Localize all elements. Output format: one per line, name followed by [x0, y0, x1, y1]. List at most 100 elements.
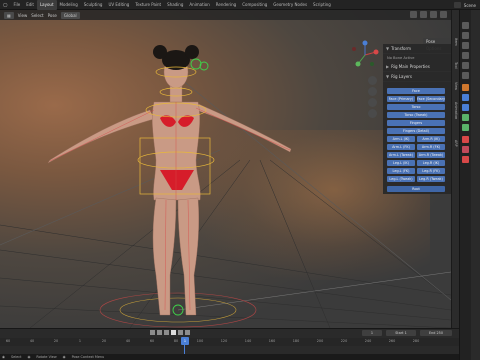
workspace-tab-layout[interactable]: Layout [36, 0, 57, 10]
particles-icon[interactable] [462, 104, 469, 111]
rig-layer-torso[interactable]: Torso [387, 104, 445, 110]
rig-layer-arm-l-tweak[interactable]: Arm.L (Tweak) [387, 152, 415, 158]
ruler-tick: 20 [53, 339, 59, 343]
rig-layer-leg-r-tweak[interactable]: Leg.R (Tweak) [417, 176, 445, 182]
perspective-grid-icon[interactable] [368, 109, 377, 118]
next-keyframe-icon[interactable] [178, 330, 183, 335]
rig-layer-face-primary[interactable]: Face (Primary) [387, 96, 415, 102]
blender-logo-icon[interactable]: ◯ [0, 0, 10, 10]
rig-layer-leg-r-fk[interactable]: Leg.R (FK) [417, 168, 445, 174]
ruler-tick: 280 [412, 339, 420, 343]
ruler-tick: 240 [364, 339, 372, 343]
rig-layer-fingers[interactable]: Fingers [387, 120, 445, 126]
object-icon[interactable] [462, 84, 469, 91]
jump-start-icon[interactable] [150, 330, 155, 335]
jump-end-icon[interactable] [185, 330, 190, 335]
properties-content [471, 10, 480, 360]
gizmo-y-icon[interactable] [355, 61, 361, 67]
workspace-tab-texture-paint[interactable]: Texture Paint [132, 0, 164, 10]
material-icon[interactable] [462, 136, 469, 143]
bone-icon[interactable] [462, 124, 469, 131]
navigation-gizmo[interactable] [350, 40, 380, 70]
rig-layer-leg-l-tweak[interactable]: Leg.L (Tweak) [387, 176, 415, 182]
output-icon[interactable] [462, 42, 469, 49]
view-layer-icon[interactable] [462, 52, 469, 59]
scene-props-icon[interactable] [462, 62, 469, 69]
camera-icon[interactable] [368, 98, 377, 107]
expand-arrow-icon: ▶ [386, 64, 390, 69]
rig-layer-fingers-detail[interactable]: Fingers (Detail) [387, 128, 445, 134]
workspace-tab-rendering[interactable]: Rendering [213, 0, 239, 10]
viewport-nav-buttons [368, 76, 377, 118]
3d-viewport[interactable]: ▦ View Select Pose Global Pose ▼ Transfo… [0, 10, 451, 328]
shading-solid-icon[interactable] [430, 11, 437, 18]
workspace-tab-scripting[interactable]: Scripting [310, 0, 334, 10]
rig-layer-arm-r-ik[interactable]: Arm.R (IK) [417, 136, 445, 142]
frame-ruler[interactable]: 60 40 20 1 20 40 60 80 100 120 140 160 1… [0, 338, 459, 346]
end-frame-field[interactable]: End 250 [420, 330, 452, 336]
ruler-tick: 60 [149, 339, 155, 343]
object-data-icon[interactable] [462, 114, 469, 121]
rig-layer-leg-l-ik[interactable]: Leg.L (IK) [387, 160, 415, 166]
play-reverse-icon[interactable] [164, 330, 169, 335]
rig-layer-arm-l-fk[interactable]: Arm.L (FK) [387, 144, 415, 150]
rig-layer-face[interactable]: Face [387, 88, 445, 94]
view-menu[interactable]: View [18, 13, 28, 18]
rig-layers-section-header[interactable]: ▼ Rig Layers [383, 72, 451, 82]
rig-layer-leg-r-ik[interactable]: Leg.R (IK) [417, 160, 445, 166]
rig-layer-root[interactable]: Root [387, 186, 445, 192]
workspace-tab-compositing[interactable]: Compositing [239, 0, 270, 10]
play-icon[interactable] [171, 330, 176, 335]
modifier-icon[interactable] [462, 94, 469, 101]
pan-hand-icon[interactable] [368, 87, 377, 96]
menu-file[interactable]: File [10, 0, 23, 10]
ruler-tick: 120 [220, 339, 228, 343]
ruler-tick: 80 [173, 339, 179, 343]
scene-name[interactable]: Scene [464, 3, 476, 8]
world-icon[interactable] [462, 72, 469, 79]
tool-settings-icon[interactable] [462, 22, 469, 29]
pose-menu[interactable]: Pose [48, 13, 57, 18]
rig-main-section-header[interactable]: ▶ Rig Main Properties [383, 62, 451, 72]
rig-layers-section-title: Rig Layers [391, 74, 413, 79]
shading-material-icon[interactable] [440, 11, 447, 18]
transform-orientation-dropdown[interactable]: Global [60, 11, 80, 19]
menu-edit[interactable]: Edit [23, 0, 37, 10]
gizmo-z-icon[interactable] [362, 40, 368, 46]
playhead[interactable]: 1 [181, 337, 189, 345]
rig-layer-torso-tweak[interactable]: Torso (Tweak) [387, 112, 445, 118]
render-icon[interactable] [462, 32, 469, 39]
workspace-tab-shading[interactable]: Shading [164, 0, 186, 10]
ruler-tick: 140 [244, 339, 252, 343]
overlay-icon[interactable] [410, 11, 417, 18]
ik-eye-target[interactable] [199, 61, 209, 71]
rig-layer-arm-r-fk[interactable]: Arm.R (FK) [417, 144, 445, 150]
workspace-tab-modeling[interactable]: Modeling [57, 0, 81, 10]
rig-layer-arm-r-tweak[interactable]: Arm.R (Tweak) [417, 152, 445, 158]
select-menu[interactable]: Select [31, 13, 43, 18]
end-label: End [428, 331, 436, 335]
start-frame-field[interactable]: Start 1 [386, 330, 416, 336]
prev-keyframe-icon[interactable] [157, 330, 162, 335]
gizmo-x-icon[interactable] [373, 49, 379, 55]
rig-layer-leg-l-fk[interactable]: Leg.L (FK) [387, 168, 415, 174]
blender-window: ◯ File Edit Layout Modeling Sculpting UV… [0, 0, 480, 360]
xray-icon[interactable] [420, 11, 427, 18]
sidebar-tabs: Item Tool View Animation ARP [451, 10, 459, 328]
workspace-tab-sculpting[interactable]: Sculpting [81, 0, 106, 10]
ik-head-target[interactable] [190, 58, 202, 70]
transform-section-header[interactable]: ▼ Transform [383, 44, 451, 54]
mode-selector[interactable]: ▦ [4, 11, 14, 19]
ruler-tick: 20 [101, 339, 107, 343]
workspace-tab-uv-editing[interactable]: UV Editing [105, 0, 132, 10]
workspace-tab-animation[interactable]: Animation [186, 0, 212, 10]
rig-layer-face-secondary[interactable]: Face (Secondary) [417, 96, 445, 102]
zoom-icon[interactable] [368, 76, 377, 85]
scene-icon[interactable] [453, 2, 461, 8]
workspace-tab-geometry-nodes[interactable]: Geometry Nodes [270, 0, 310, 10]
current-frame-field[interactable]: 1 [362, 330, 382, 336]
rig-layer-arm-l-ik[interactable]: Arm.L (IK) [387, 136, 415, 142]
ruler-tick: 180 [292, 339, 300, 343]
constraint-icon[interactable] [462, 156, 469, 163]
texture-icon[interactable] [462, 146, 469, 153]
